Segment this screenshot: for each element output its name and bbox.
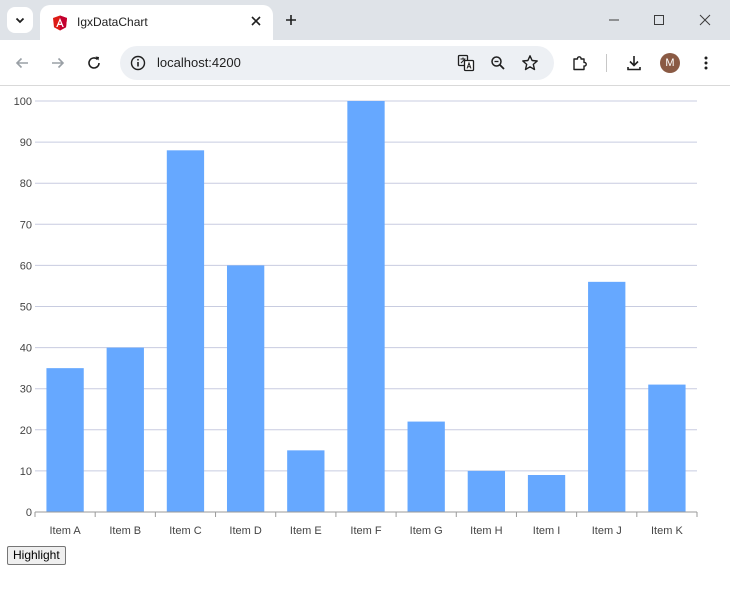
browser-toolbar: localhost:4200 M [0,40,730,86]
bookmark-button[interactable] [520,53,540,73]
y-tick-label: 90 [20,137,32,149]
x-tick-label: Item E [290,525,322,537]
y-tick-label: 40 [20,343,32,355]
tab-title: IgxDataChart [77,15,148,29]
bar-item-j[interactable] [588,281,626,512]
tab-close-button[interactable] [246,11,266,31]
y-tick-label: 60 [20,260,32,272]
arrow-left-icon [15,57,28,69]
download-icon [627,56,641,71]
downloads-button[interactable] [622,51,646,75]
x-tick-label: Item F [350,525,381,537]
puzzle-icon [573,56,587,71]
chevron-down-icon [15,17,25,24]
x-tick-label: Item D [229,525,261,537]
x-tick-label: Item I [533,525,561,537]
browser-menu-button[interactable] [694,51,718,75]
bar-item-g[interactable] [407,421,445,512]
arrow-right-icon [52,57,65,69]
info-icon [130,55,146,71]
maximize-icon [654,15,664,25]
more-vertical-icon [704,56,708,70]
x-tick-label: Item J [592,525,622,537]
bar-item-a[interactable] [46,368,84,512]
x-tick-label: Item G [410,525,443,537]
x-tick-label: Item K [651,525,683,537]
y-axis-tick-labels: 0 10 20 30 40 50 60 70 80 90 100 [14,96,32,519]
translate-icon [457,54,475,72]
minimize-icon [609,19,619,21]
back-button[interactable] [10,51,34,75]
zoom-button[interactable] [488,53,508,73]
page-content: 0 10 20 30 40 50 60 70 80 90 100 Item A Item B Item … [0,87,730,590]
bar-chart: 0102030405060708090100 Item A Item B Item … [14,96,698,537]
toolbar-separator [606,54,607,72]
bar-item-f[interactable] [347,101,385,512]
y-tick-label: 10 [20,466,32,478]
bar-item-d[interactable] [226,265,265,512]
extensions-button[interactable] [568,51,592,75]
minimize-button[interactable] [602,8,626,32]
bar-item-h[interactable] [467,470,506,512]
star-icon [522,55,538,71]
y-tick-label: 0 [26,507,32,519]
forward-button[interactable] [46,51,70,75]
y-tick-label: 20 [20,425,32,437]
reload-icon [88,56,100,69]
bar-item-b[interactable] [106,347,144,512]
bar-item-e[interactable] [287,450,325,512]
x-tick-label: Item H [470,525,502,537]
url-text: localhost:4200 [157,55,241,70]
highlight-button[interactable]: Highlight [7,546,66,565]
y-tick-label: 100 [14,96,32,108]
tab-strip: IgxDataChart [0,0,730,40]
y-tick-label: 30 [20,384,32,396]
x-tick-label: Item C [169,525,201,537]
bar-item-c[interactable] [166,150,205,512]
angular-logo-icon [53,15,67,31]
close-icon [699,14,711,26]
y-tick-label: 50 [20,302,32,314]
y-tick-label: 80 [20,178,32,190]
x-axis [34,511,698,517]
profile-avatar[interactable]: M [660,53,680,73]
tab-search-button[interactable] [7,7,33,33]
bar-item-i[interactable] [527,475,566,512]
new-tab-button[interactable] [281,10,301,30]
close-icon [251,16,261,26]
x-axis-tick-labels: Item A Item B Item C Item D Item E Item F Item… [49,525,683,537]
zoom-out-icon [491,56,505,70]
browser-tab[interactable]: IgxDataChart [40,5,273,40]
x-tick-label: Item A [49,525,81,537]
reload-button[interactable] [82,51,106,75]
window-close-button[interactable] [693,8,717,32]
x-tick-label: Item B [109,525,141,537]
y-tick-label: 70 [20,219,32,231]
plus-icon [286,15,296,25]
site-info-button[interactable] [128,53,148,73]
maximize-button[interactable] [647,8,671,32]
translate-button[interactable] [456,53,476,73]
address-bar[interactable]: localhost:4200 [120,46,554,80]
bar-item-k[interactable] [648,384,686,512]
